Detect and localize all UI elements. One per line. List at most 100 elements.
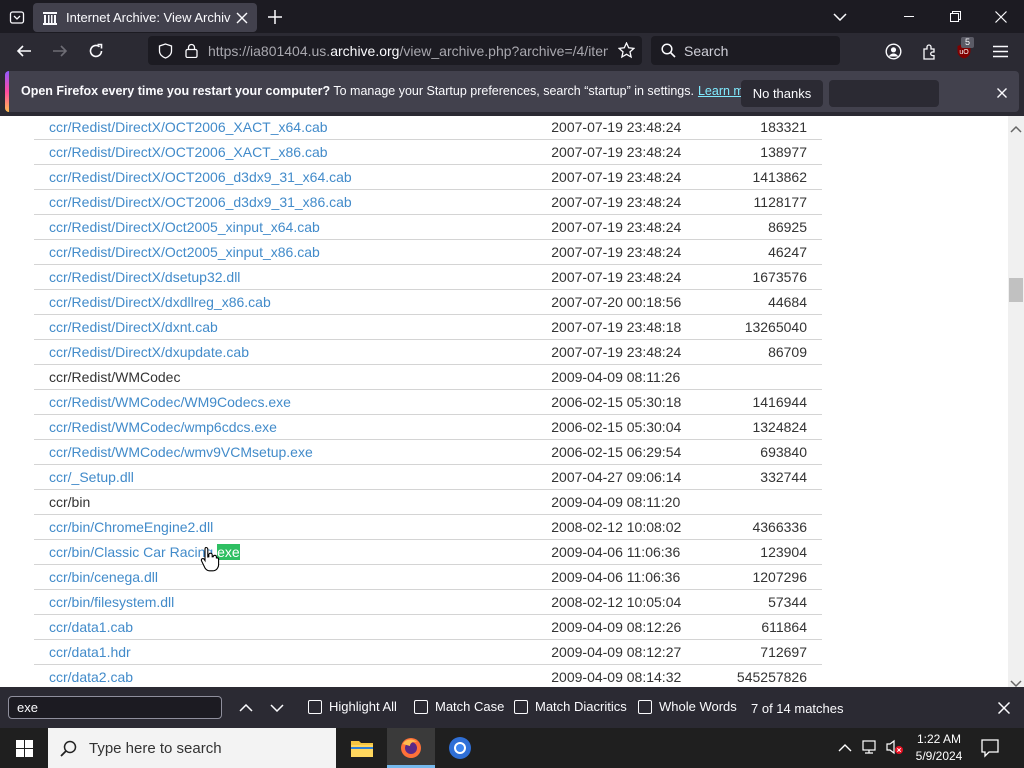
highlight-all-checkbox[interactable]: Highlight All: [308, 699, 397, 714]
file-name-cell: ccr/Redist/WMCodec/WM9Codecs.exe: [34, 389, 552, 415]
file-name-cell: ccr/Redist/DirectX/dxupdate.cab: [34, 339, 552, 365]
system-clock[interactable]: 1:22 AM 5/9/2024: [900, 731, 978, 765]
close-notification-icon[interactable]: [993, 84, 1011, 102]
file-size-cell: 693840: [713, 439, 822, 465]
open-settings-button[interactable]: [829, 80, 939, 107]
file-link[interactable]: ccr/Redist/DirectX/Oct2005_xinput_x64.ca…: [49, 219, 320, 235]
file-link[interactable]: ccr/Redist/DirectX/Oct2005_xinput_x86.ca…: [49, 244, 320, 260]
notification-center-icon[interactable]: [980, 738, 1000, 763]
account-icon[interactable]: [880, 38, 906, 64]
table-row: ccr/data2.cab 2009-04-09 08:14:32 54525782…: [34, 664, 822, 687]
url-text[interactable]: https://ia801404.us.archive.org/view_arc…: [208, 43, 608, 59]
new-tab-plus-icon[interactable]: [263, 5, 287, 29]
file-link[interactable]: ccr/data1.hdr: [49, 644, 131, 660]
file-size-cell: 44684: [713, 289, 822, 315]
table-row: ccr/Redist/DirectX/dsetup32.dll 2007-07-1…: [34, 264, 822, 290]
find-previous-icon[interactable]: [234, 696, 258, 720]
archive-favicon-icon: [42, 10, 58, 26]
reload-icon[interactable]: [83, 38, 109, 64]
match-diacritics-checkbox[interactable]: Match Diacritics: [514, 699, 627, 714]
close-window-icon[interactable]: [978, 0, 1024, 33]
scrollbar-thumb[interactable]: [1009, 278, 1023, 302]
file-listing-table: ccr/Redist/DirectX/OCT2006_XACT_x64.cab 2…: [34, 116, 822, 687]
hamburger-menu-icon[interactable]: [987, 38, 1013, 64]
file-link[interactable]: ccr/Redist/DirectX/OCT2006_XACT_x86.cab: [49, 144, 328, 160]
file-link[interactable]: ccr/Redist/DirectX/dxnt.cab: [49, 319, 218, 335]
match-case-checkbox[interactable]: Match Case: [414, 699, 504, 714]
extensions-puzzle-icon[interactable]: [916, 38, 942, 64]
file-date-cell: 2007-07-20 00:18:56: [551, 289, 714, 315]
file-link[interactable]: ccr/Redist/DirectX/OCT2006_XACT_x64.cab: [49, 119, 328, 135]
file-explorer-icon[interactable]: [338, 728, 386, 768]
url-bar[interactable]: https://ia801404.us.archive.org/view_arc…: [148, 36, 642, 65]
firefox-taskbar-icon[interactable]: [387, 728, 435, 768]
file-date-cell: 2007-04-27 09:06:14: [551, 464, 714, 490]
tab-list-icon[interactable]: [6, 6, 28, 28]
scroll-up-arrow-icon[interactable]: [1010, 120, 1022, 138]
web-search-box[interactable]: Search: [651, 36, 840, 65]
file-date-cell: 2009-04-09 08:11:26: [551, 364, 714, 390]
file-link[interactable]: ccr/bin/cenega.dll: [49, 569, 158, 585]
file-name-cell: ccr/Redist/DirectX/OCT2006_d3dx9_31_x86.…: [34, 189, 552, 215]
table-row: ccr/Redist/DirectX/dxdllreg_x86.cab 2007-…: [34, 289, 822, 315]
notification-text: To manage your Startup preferences, sear…: [333, 84, 694, 98]
back-arrow-icon[interactable]: [11, 38, 37, 64]
search-placeholder: Search: [684, 42, 729, 59]
network-icon[interactable]: [862, 739, 880, 760]
whole-words-checkbox[interactable]: Whole Words: [638, 699, 737, 714]
active-tab[interactable]: Internet Archive: View Archive: [33, 3, 257, 32]
file-link[interactable]: ccr/Redist/DirectX/dxupdate.cab: [49, 344, 249, 360]
table-row: ccr/Redist/WMCodec/wmv9VCMsetup.exe 2006-…: [34, 439, 822, 465]
file-name-cell: ccr/_Setup.dll: [34, 464, 552, 490]
file-link[interactable]: ccr/data1.cab: [49, 619, 133, 635]
tab-strip: Internet Archive: View Archive: [0, 0, 1024, 33]
restore-icon[interactable]: [932, 0, 978, 33]
file-link[interactable]: ccr/_Setup.dll: [49, 469, 134, 485]
list-all-tabs-chevron-icon[interactable]: [817, 0, 863, 33]
windows-start-icon[interactable]: [0, 728, 48, 768]
match-case-label: Match Case: [435, 699, 505, 714]
file-link[interactable]: ccr/Redist/WMCodec/wmp6cdcs.exe: [49, 419, 277, 435]
show-hidden-icons-chevron-icon[interactable]: [838, 740, 852, 758]
chrome-taskbar-icon[interactable]: [436, 728, 484, 768]
file-name-cell: ccr/bin/ChromeEngine2.dll: [34, 514, 552, 540]
no-thanks-button[interactable]: No thanks: [741, 80, 823, 107]
file-size-cell: 46247: [713, 239, 822, 265]
file-link[interactable]: ccr/bin/Classic Car Racing.: [49, 544, 217, 560]
close-find-bar-icon[interactable]: [993, 697, 1015, 719]
file-link[interactable]: ccr/Redist/DirectX/OCT2006_d3dx9_31_x64.…: [49, 169, 352, 185]
close-tab-icon[interactable]: [231, 7, 253, 29]
minimize-icon[interactable]: [886, 0, 932, 33]
file-link[interactable]: ccr/bin/filesystem.dll: [49, 594, 174, 610]
magnifier-icon: [60, 740, 77, 757]
file-link[interactable]: ccr/Redist/DirectX/dsetup32.dll: [49, 269, 240, 285]
padlock-icon[interactable]: [182, 42, 200, 60]
file-size-cell: [713, 489, 822, 515]
checkbox-box: [638, 699, 652, 714]
taskbar-search-placeholder: Type here to search: [89, 739, 222, 757]
file-link[interactable]: ccr/bin/ChromeEngine2.dll: [49, 519, 213, 535]
taskbar-search-box[interactable]: Type here to search: [48, 728, 336, 768]
vertical-scrollbar[interactable]: [1008, 116, 1024, 687]
table-row: ccr/Redist/DirectX/OCT2006_d3dx9_31_x64.…: [34, 164, 822, 190]
file-link[interactable]: ccr/data2.cab: [49, 669, 133, 685]
file-size-cell: 4366336: [713, 514, 822, 540]
find-next-icon[interactable]: [265, 696, 289, 720]
file-link[interactable]: ccr/Redist/DirectX/dxdllreg_x86.cab: [49, 294, 271, 310]
whole-words-label: Whole Words: [659, 699, 737, 714]
file-size-cell: 611864: [713, 614, 822, 640]
file-name-cell: ccr/Redist/WMCodec: [34, 364, 552, 390]
table-row: ccr/Redist/DirectX/dxnt.cab 2007-07-19 23…: [34, 314, 822, 340]
table-row: ccr/data1.cab 2009-04-09 08:12:26 611864: [34, 614, 822, 640]
tracking-shield-icon[interactable]: [156, 42, 174, 60]
bookmark-star-icon[interactable]: [616, 41, 636, 61]
page-content: ccr/Redist/DirectX/OCT2006_XACT_x64.cab 2…: [0, 116, 1008, 687]
file-link[interactable]: ccr/Redist/DirectX/OCT2006_d3dx9_31_x86.…: [49, 194, 352, 210]
file-size-cell: 1324824: [713, 414, 822, 440]
file-name-cell: ccr/Redist/DirectX/OCT2006_d3dx9_31_x64.…: [34, 164, 552, 190]
file-link[interactable]: ccr/Redist/WMCodec/WM9Codecs.exe: [49, 394, 291, 410]
find-input[interactable]: [8, 696, 222, 719]
file-link[interactable]: ccr/Redist/WMCodec/wmv9VCMsetup.exe: [49, 444, 313, 460]
file-date-cell: 2008-02-12 10:08:02: [551, 514, 714, 540]
forward-arrow-icon[interactable]: [47, 38, 73, 64]
